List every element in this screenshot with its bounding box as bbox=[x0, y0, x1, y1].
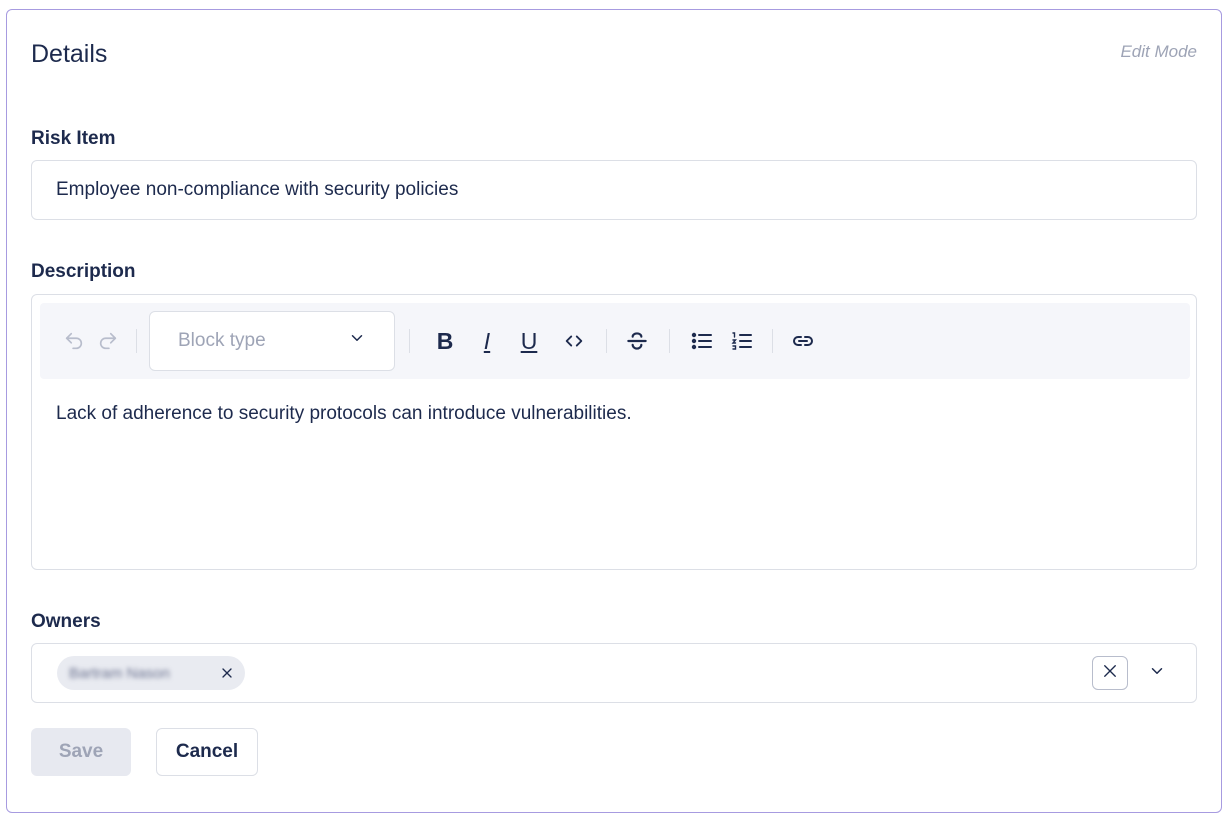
owner-name: Bartram Nason bbox=[69, 664, 170, 682]
close-icon bbox=[1101, 662, 1119, 685]
description-label: Description bbox=[31, 261, 136, 282]
toolbar-divider bbox=[606, 329, 607, 353]
block-type-select[interactable]: Block type bbox=[149, 311, 395, 371]
toolbar-divider bbox=[669, 329, 670, 353]
owner-chip: Bartram Nason bbox=[57, 656, 245, 690]
block-type-placeholder: Block type bbox=[178, 330, 266, 351]
bold-icon[interactable]: B bbox=[428, 321, 462, 361]
chevron-down-icon bbox=[1148, 662, 1166, 685]
chevron-down-icon bbox=[348, 329, 366, 353]
mode-indicator: Edit Mode bbox=[1120, 42, 1197, 61]
italic-icon[interactable]: I bbox=[470, 321, 504, 361]
link-icon[interactable] bbox=[785, 321, 821, 361]
remove-owner-icon[interactable] bbox=[219, 665, 235, 681]
numbered-list-icon[interactable] bbox=[724, 321, 760, 361]
cancel-button[interactable]: Cancel bbox=[156, 728, 258, 776]
toolbar-divider bbox=[772, 329, 773, 353]
description-content[interactable]: Lack of adherence to security protocols … bbox=[56, 403, 632, 425]
toolbar-divider bbox=[136, 329, 137, 353]
bullet-list-icon[interactable] bbox=[684, 321, 720, 361]
redo-icon[interactable] bbox=[92, 321, 124, 361]
owners-dropdown-toggle[interactable] bbox=[1146, 662, 1168, 684]
toolbar-divider bbox=[409, 329, 410, 353]
code-icon[interactable] bbox=[556, 321, 592, 361]
page-title: Details bbox=[31, 40, 108, 68]
clear-owners-button[interactable] bbox=[1092, 656, 1128, 690]
risk-item-input[interactable]: Employee non-compliance with security po… bbox=[31, 160, 1197, 220]
risk-item-label: Risk Item bbox=[31, 128, 116, 149]
details-card: Details Edit Mode Risk Item Employee non… bbox=[6, 9, 1222, 813]
owners-select[interactable]: Bartram Nason bbox=[31, 643, 1197, 703]
owners-label: Owners bbox=[31, 611, 101, 632]
undo-icon[interactable] bbox=[58, 321, 90, 361]
risk-item-value: Employee non-compliance with security po… bbox=[56, 179, 459, 200]
strikethrough-icon[interactable] bbox=[619, 321, 655, 361]
save-button[interactable]: Save bbox=[31, 728, 131, 776]
editor-toolbar: Block type B I U bbox=[40, 303, 1190, 379]
description-editor[interactable]: Block type B I U Lack of adherence to se… bbox=[31, 294, 1197, 570]
underline-icon[interactable]: U bbox=[512, 321, 546, 361]
